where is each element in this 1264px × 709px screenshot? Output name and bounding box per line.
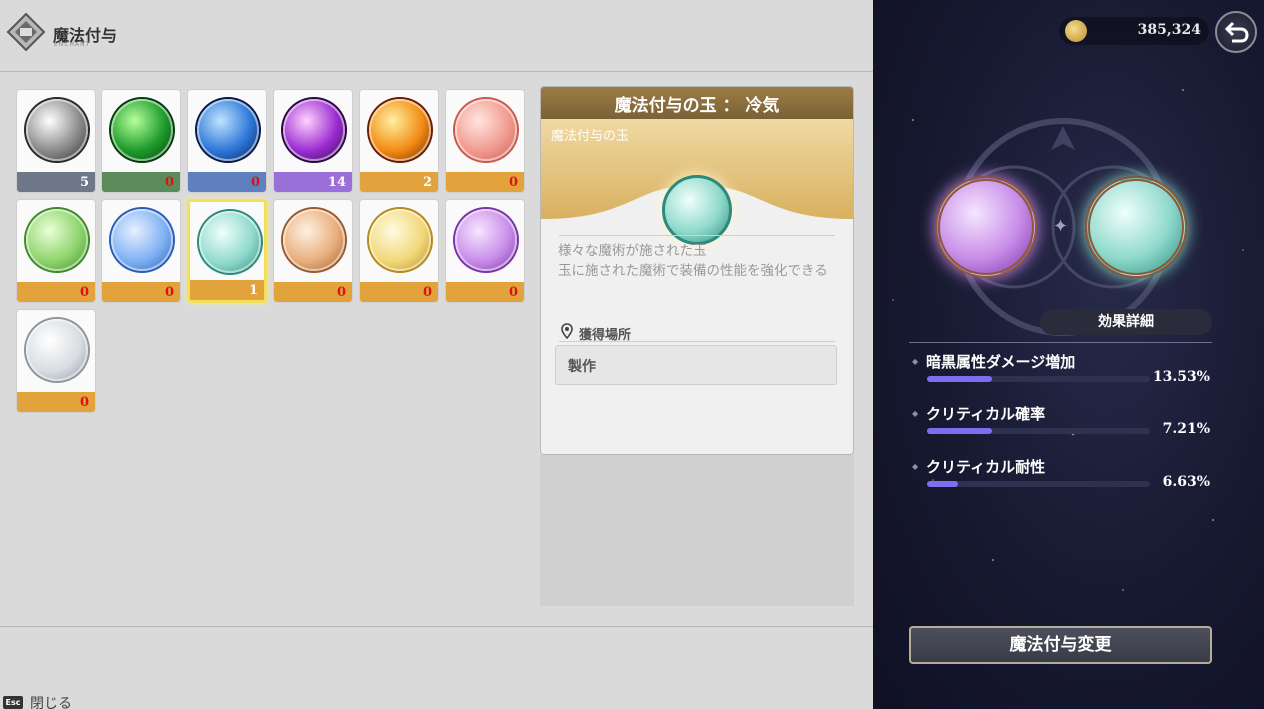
effect-stat-row: ◆ 暗黒属性ダメージ増加 13.53%	[909, 351, 1212, 391]
item-count: 0	[250, 175, 260, 190]
gem-card[interactable]: 0	[101, 199, 181, 303]
divider	[559, 235, 835, 236]
effect-stat-row: ◆ クリティカル耐性 6.63%	[909, 456, 1212, 496]
divider	[0, 626, 873, 627]
item-count: 0	[164, 175, 174, 190]
item-count: 1	[248, 283, 258, 298]
silver-gem-icon	[26, 319, 88, 381]
back-arrow-icon	[1224, 21, 1249, 43]
header: 魔法付与 ENCHANT	[0, 0, 873, 72]
blue-gem-icon	[111, 209, 173, 271]
gold-coin-icon	[1065, 20, 1087, 42]
acquisition-value: 製作	[568, 359, 596, 375]
gem-card[interactable]: 1	[187, 199, 267, 303]
item-count: 0	[336, 285, 346, 300]
yellow-gem-icon	[369, 209, 431, 271]
equip-panel: 385,324 ✦ 効果詳細 ◆ 暗黒属性ダメージ増加 13.53% ◆ クリティカル確…	[873, 0, 1264, 709]
effect-stat-row: ◆ クリティカル確率 7.21%	[909, 403, 1212, 443]
item-description: 様々な魔術が施された玉 玉に施された魔術で装備の性能を強化できる	[558, 241, 843, 281]
gem-card[interactable]: 0	[187, 89, 267, 193]
description-line: 様々な魔術が施された玉	[558, 243, 707, 259]
close-label[interactable]: 閉じる	[30, 693, 72, 709]
green-gem-icon	[26, 209, 88, 271]
gem-card[interactable]: 0	[359, 199, 439, 303]
enchant-logo-icon	[6, 12, 46, 52]
gem-card[interactable]: 5	[16, 89, 96, 193]
effect-stat-bar	[927, 481, 1150, 487]
item-count: 2	[422, 175, 432, 190]
item-count: 0	[422, 285, 432, 300]
effect-stat-name: クリティカル耐性	[926, 458, 1046, 476]
gem-card[interactable]: 2	[359, 89, 439, 193]
violet-gem-icon	[455, 209, 517, 271]
item-count: 14	[327, 175, 346, 190]
item-count: 5	[79, 175, 89, 190]
item-count: 0	[164, 285, 174, 300]
gem-card[interactable]: 0	[101, 89, 181, 193]
purple-orb-icon	[283, 99, 345, 161]
change-enchant-button[interactable]: 魔法付与変更	[909, 626, 1212, 664]
detail-panel: 魔法付与の玉 ： 冷気 魔法付与の玉 様々な魔術が施された玉 玉に施された魔術で…	[540, 86, 854, 455]
green-orb-icon	[111, 99, 173, 161]
swap-icon: ✦	[1053, 216, 1069, 237]
white-orb-icon	[26, 99, 88, 161]
currency-value: 385,324	[1137, 22, 1201, 38]
orange-orb-icon	[369, 99, 431, 161]
effect-stat-value: 6.63%	[1162, 474, 1210, 490]
acquisition-source[interactable]: 製作	[555, 345, 837, 385]
item-count: 0	[79, 285, 89, 300]
detail-title-bar: 魔法付与の玉 ： 冷気	[541, 87, 853, 119]
currency-display: 385,324	[1059, 17, 1209, 45]
back-button[interactable]	[1215, 11, 1257, 53]
cyan-gem-icon[interactable]	[1085, 176, 1187, 278]
detail-panel-footer	[540, 455, 854, 606]
gem-card[interactable]: 0	[16, 309, 96, 413]
violet-gem-icon[interactable]	[935, 176, 1037, 278]
cyan-gem-icon	[199, 211, 261, 273]
effect-stat-name: クリティカル確率	[926, 405, 1046, 423]
description-line: 玉に施された魔術で装備の性能を強化できる	[558, 263, 828, 279]
divider	[909, 342, 1212, 343]
gem-card[interactable]: 14	[273, 89, 353, 193]
detail-banner: 魔法付与の玉	[541, 119, 853, 245]
esc-key-hint[interactable]: Esc	[3, 696, 23, 709]
effect-details-tab[interactable]: 効果詳細	[1040, 309, 1212, 335]
effect-stat-bar-fill	[927, 481, 959, 487]
bronze-gem-icon	[283, 209, 345, 271]
diamond-bullet-icon: ◆	[912, 357, 919, 366]
effect-stat-value: 13.53%	[1152, 369, 1210, 385]
gem-card[interactable]: 0	[273, 199, 353, 303]
divider	[559, 341, 835, 342]
gem-card[interactable]: 0	[445, 199, 525, 303]
inventory-panel: 魔法付与 ENCHANT 5 0 0 14 2 0 0 0 1 0 0 0 0 魔法付与の玉 ： 冷気 …	[0, 0, 873, 709]
effect-stat-bar	[927, 428, 1150, 434]
location-pin-icon	[561, 323, 573, 339]
gem-card[interactable]: 0	[16, 199, 96, 303]
detail-type: 魔法付与の玉	[551, 129, 630, 144]
blue-orb-icon	[197, 99, 259, 161]
effect-stat-bar-fill	[927, 428, 992, 434]
diamond-bullet-icon: ◆	[912, 462, 919, 471]
page-subtitle: ENCHANT	[54, 41, 91, 48]
item-count: 0	[79, 395, 89, 410]
item-count: 0	[508, 175, 518, 190]
effect-stat-bar	[927, 376, 1150, 382]
item-count: 0	[508, 285, 518, 300]
red-gem-icon	[455, 99, 517, 161]
diamond-bullet-icon: ◆	[912, 409, 919, 418]
effect-stat-value: 7.21%	[1162, 421, 1210, 437]
gem-card[interactable]: 0	[445, 89, 525, 193]
effect-stat-bar-fill	[927, 376, 992, 382]
detail-title: 魔法付与の玉 ： 冷気	[614, 95, 780, 116]
effect-stat-name: 暗黒属性ダメージ増加	[926, 353, 1076, 371]
